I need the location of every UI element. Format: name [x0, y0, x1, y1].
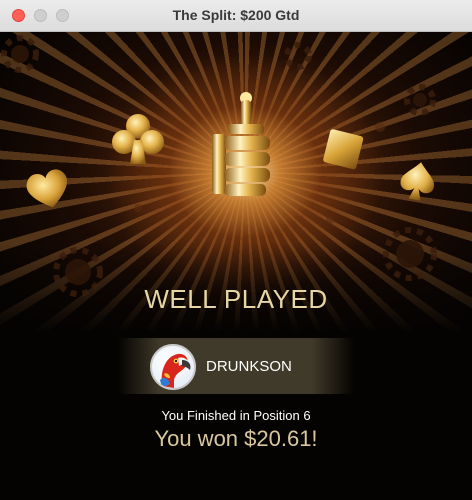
window-title: The Split: $200 Gtd	[172, 7, 300, 23]
thumbs-up-trophy-icon	[212, 92, 270, 196]
poker-chip-icon	[11, 45, 29, 63]
spade-icon	[400, 162, 435, 201]
club-icon	[375, 122, 386, 132]
poker-chip-icon	[65, 259, 91, 285]
result-screen: WELL PLAYED DRUNKSON You Finished in Pos…	[0, 32, 472, 500]
player-name: DRUNKSON	[206, 358, 292, 375]
result-heading: WELL PLAYED	[144, 284, 328, 314]
app-window: The Split: $200 Gtd WELL PLAYED DRUNKSON…	[0, 0, 472, 500]
heart-icon	[26, 169, 68, 208]
poker-chip-icon	[413, 93, 427, 107]
parrot-avatar	[150, 344, 196, 390]
winnings-text: You won $20.61!	[154, 426, 318, 451]
poker-chip-icon	[284, 42, 312, 70]
diamond-icon	[323, 129, 364, 170]
club-icon	[134, 204, 143, 212]
club-icon	[326, 216, 335, 224]
finish-position-text: You Finished in Position 6	[161, 408, 311, 423]
title-bar[interactable]: The Split: $200 Gtd	[0, 0, 472, 32]
club-icon	[112, 114, 164, 164]
parrot-icon	[160, 353, 191, 388]
poker-chip-icon	[396, 240, 424, 268]
